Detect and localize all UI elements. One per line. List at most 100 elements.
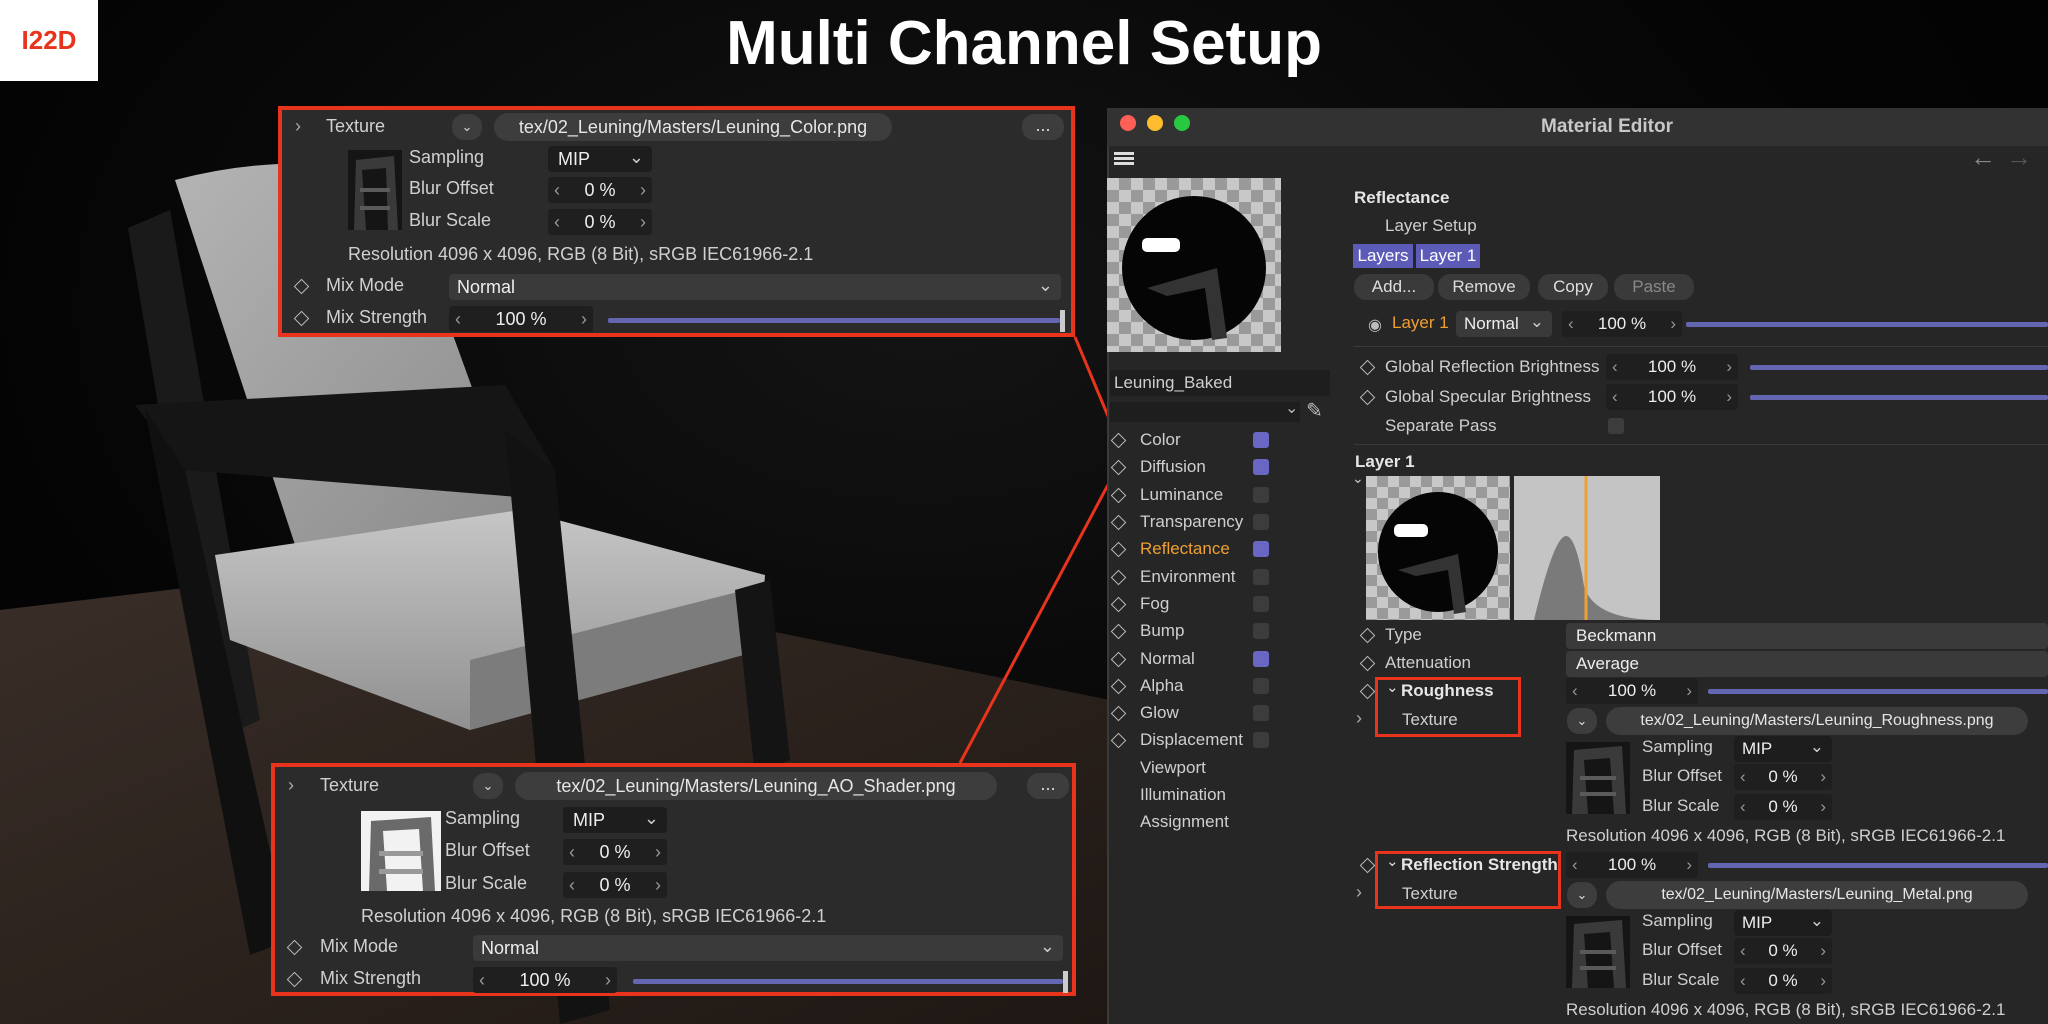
material-selector-dropdown[interactable]	[1110, 402, 1300, 422]
channel-diffusion[interactable]: Diffusion	[1110, 455, 1280, 479]
channel-illumination[interactable]: Illumination	[1110, 783, 1280, 807]
channel-label: Luminance	[1140, 485, 1224, 504]
keyframe-diamond-icon[interactable]	[1110, 678, 1127, 695]
reflection-strength-value: 100 %	[1607, 855, 1657, 874]
blur-offset-stepper[interactable]: ‹ 0 % ›	[1734, 764, 1832, 790]
channel-transparency[interactable]: Transparency	[1110, 510, 1280, 534]
channel-checkbox[interactable]	[1253, 678, 1269, 694]
add-layer-button[interactable]: Add...	[1354, 274, 1434, 300]
roughness-label: Roughness	[1401, 681, 1494, 700]
roughness-path-field[interactable]: tex/02_Leuning/Masters/Leuning_Roughness…	[1606, 707, 2028, 735]
channel-checkbox[interactable]	[1253, 596, 1269, 612]
chevron-down-icon[interactable]: ⌄	[1386, 852, 1399, 870]
channel-environment[interactable]: Environment	[1110, 565, 1280, 589]
reflection-strength-stepper[interactable]: ‹ 100 % ›	[1566, 852, 1698, 878]
channel-glow[interactable]: Glow	[1110, 701, 1280, 725]
eyedropper-icon[interactable]: ✎	[1306, 398, 1323, 423]
keyframe-diamond-icon[interactable]	[1110, 432, 1127, 449]
blur-offset-value: 0 %	[1768, 941, 1798, 960]
keyframe-diamond-icon[interactable]	[1110, 569, 1127, 586]
tab-layer-1[interactable]: Layer 1	[1416, 244, 1480, 268]
global-reflection-value: 100 %	[1647, 357, 1697, 376]
texture-menu-button[interactable]: ⌄	[1567, 708, 1597, 734]
attenuation-dropdown[interactable]: Average	[1566, 651, 2048, 677]
sampling-dropdown[interactable]: MIP ⌄	[1734, 910, 1832, 936]
channel-alpha[interactable]: Alpha	[1110, 674, 1280, 698]
channel-label: Environment	[1140, 567, 1236, 586]
blur-offset-stepper[interactable]: ‹ 0 % ›	[1734, 938, 1832, 964]
keyframe-diamond-icon[interactable]	[1110, 487, 1127, 504]
global-reflection-stepper[interactable]: ‹ 100 % ›	[1606, 354, 1738, 380]
chevron-down-icon: ⌄	[1576, 713, 1588, 728]
layer-preview	[1366, 476, 1510, 620]
channel-checkbox[interactable]	[1253, 459, 1269, 475]
refl-path-field[interactable]: tex/02_Leuning/Masters/Leuning_Metal.png	[1606, 881, 2028, 909]
channel-checkbox[interactable]	[1253, 705, 1269, 721]
global-specular-slider[interactable]	[1750, 395, 2048, 400]
channel-fog[interactable]: Fog	[1110, 592, 1280, 616]
global-specular-label: Global Specular Brightness	[1385, 387, 1592, 406]
channel-color[interactable]: Color	[1110, 428, 1280, 452]
remove-layer-button[interactable]: Remove	[1438, 274, 1530, 300]
chevron-down-icon[interactable]: ⌄	[1285, 398, 1298, 418]
sampling-value: MIP	[1742, 739, 1773, 758]
roughness-value: 100 %	[1607, 681, 1657, 700]
channel-bump[interactable]: Bump	[1110, 619, 1280, 643]
channel-checkbox[interactable]	[1253, 541, 1269, 557]
channel-label: Glow	[1140, 703, 1179, 722]
roughness-stepper[interactable]: ‹ 100 % ›	[1566, 678, 1698, 704]
forward-arrow-icon[interactable]: →	[2006, 142, 2032, 173]
sampling-value: MIP	[1742, 913, 1773, 932]
paste-layer-button[interactable]: Paste	[1614, 274, 1694, 300]
layer-opacity-slider[interactable]	[1686, 322, 2048, 327]
chevron-down-icon[interactable]: ⌄	[1386, 678, 1399, 696]
channel-checkbox[interactable]	[1253, 569, 1269, 585]
channel-viewport[interactable]: Viewport	[1110, 756, 1280, 780]
channel-assignment[interactable]: Assignment	[1110, 810, 1280, 834]
copy-layer-button[interactable]: Copy	[1538, 274, 1608, 300]
channel-checkbox[interactable]	[1253, 487, 1269, 503]
layer1-heading: Layer 1	[1355, 452, 1415, 471]
expand-chevron-icon[interactable]: ›	[1356, 882, 1362, 903]
type-dropdown[interactable]: Beckmann	[1566, 623, 2048, 649]
global-reflection-slider[interactable]	[1750, 365, 2048, 370]
separate-pass-checkbox[interactable]	[1608, 418, 1624, 434]
keyframe-diamond-icon[interactable]	[1110, 514, 1127, 531]
channel-displacement[interactable]: Displacement	[1110, 728, 1280, 752]
channel-checkbox[interactable]	[1253, 651, 1269, 667]
tab-layers[interactable]: Layers	[1353, 244, 1413, 268]
channel-checkbox[interactable]	[1253, 732, 1269, 748]
expand-chevron-icon[interactable]: ›	[1356, 708, 1362, 729]
channel-normal[interactable]: Normal	[1110, 647, 1280, 671]
keyframe-diamond-icon[interactable]	[1110, 705, 1127, 722]
keyframe-diamond-icon[interactable]	[1110, 732, 1127, 749]
layer-opacity-stepper[interactable]: ‹ 100 % ›	[1562, 311, 1682, 337]
keyframe-diamond-icon[interactable]	[1110, 651, 1127, 668]
roughness-texture-label: Texture	[1402, 710, 1458, 729]
visibility-eye-icon[interactable]: ◉	[1368, 315, 1382, 335]
blur-scale-stepper[interactable]: ‹ 0 % ›	[1734, 794, 1832, 820]
keyframe-diamond-icon[interactable]	[1110, 541, 1127, 558]
channel-checkbox[interactable]	[1253, 514, 1269, 530]
menu-hamburger-icon[interactable]	[1114, 150, 1134, 167]
channel-label: Reflectance	[1140, 539, 1230, 558]
channel-luminance[interactable]: Luminance	[1110, 483, 1280, 507]
divider	[1354, 346, 2048, 347]
layer-blend-dropdown[interactable]: Normal ⌄	[1456, 311, 1552, 337]
keyframe-diamond-icon[interactable]	[1110, 596, 1127, 613]
texture-menu-button[interactable]: ⌄	[1567, 882, 1597, 908]
channel-checkbox[interactable]	[1253, 432, 1269, 448]
reflection-strength-slider[interactable]	[1708, 863, 2048, 868]
material-name-field[interactable]: Leuning_Baked	[1110, 370, 1330, 396]
channel-reflectance[interactable]: Reflectance	[1110, 537, 1280, 561]
back-arrow-icon[interactable]: ←	[1970, 142, 1996, 173]
blur-scale-stepper[interactable]: ‹ 0 % ›	[1734, 968, 1832, 994]
keyframe-diamond-icon[interactable]	[1110, 623, 1127, 640]
layer-row-name[interactable]: Layer 1	[1392, 313, 1449, 333]
collapse-chevron-icon[interactable]: ⌄	[1352, 470, 1364, 487]
sampling-dropdown[interactable]: MIP ⌄	[1734, 736, 1832, 762]
channel-checkbox[interactable]	[1253, 623, 1269, 639]
roughness-slider[interactable]	[1708, 689, 2048, 694]
keyframe-diamond-icon[interactable]	[1110, 459, 1127, 476]
global-specular-stepper[interactable]: ‹ 100 % ›	[1606, 384, 1738, 410]
